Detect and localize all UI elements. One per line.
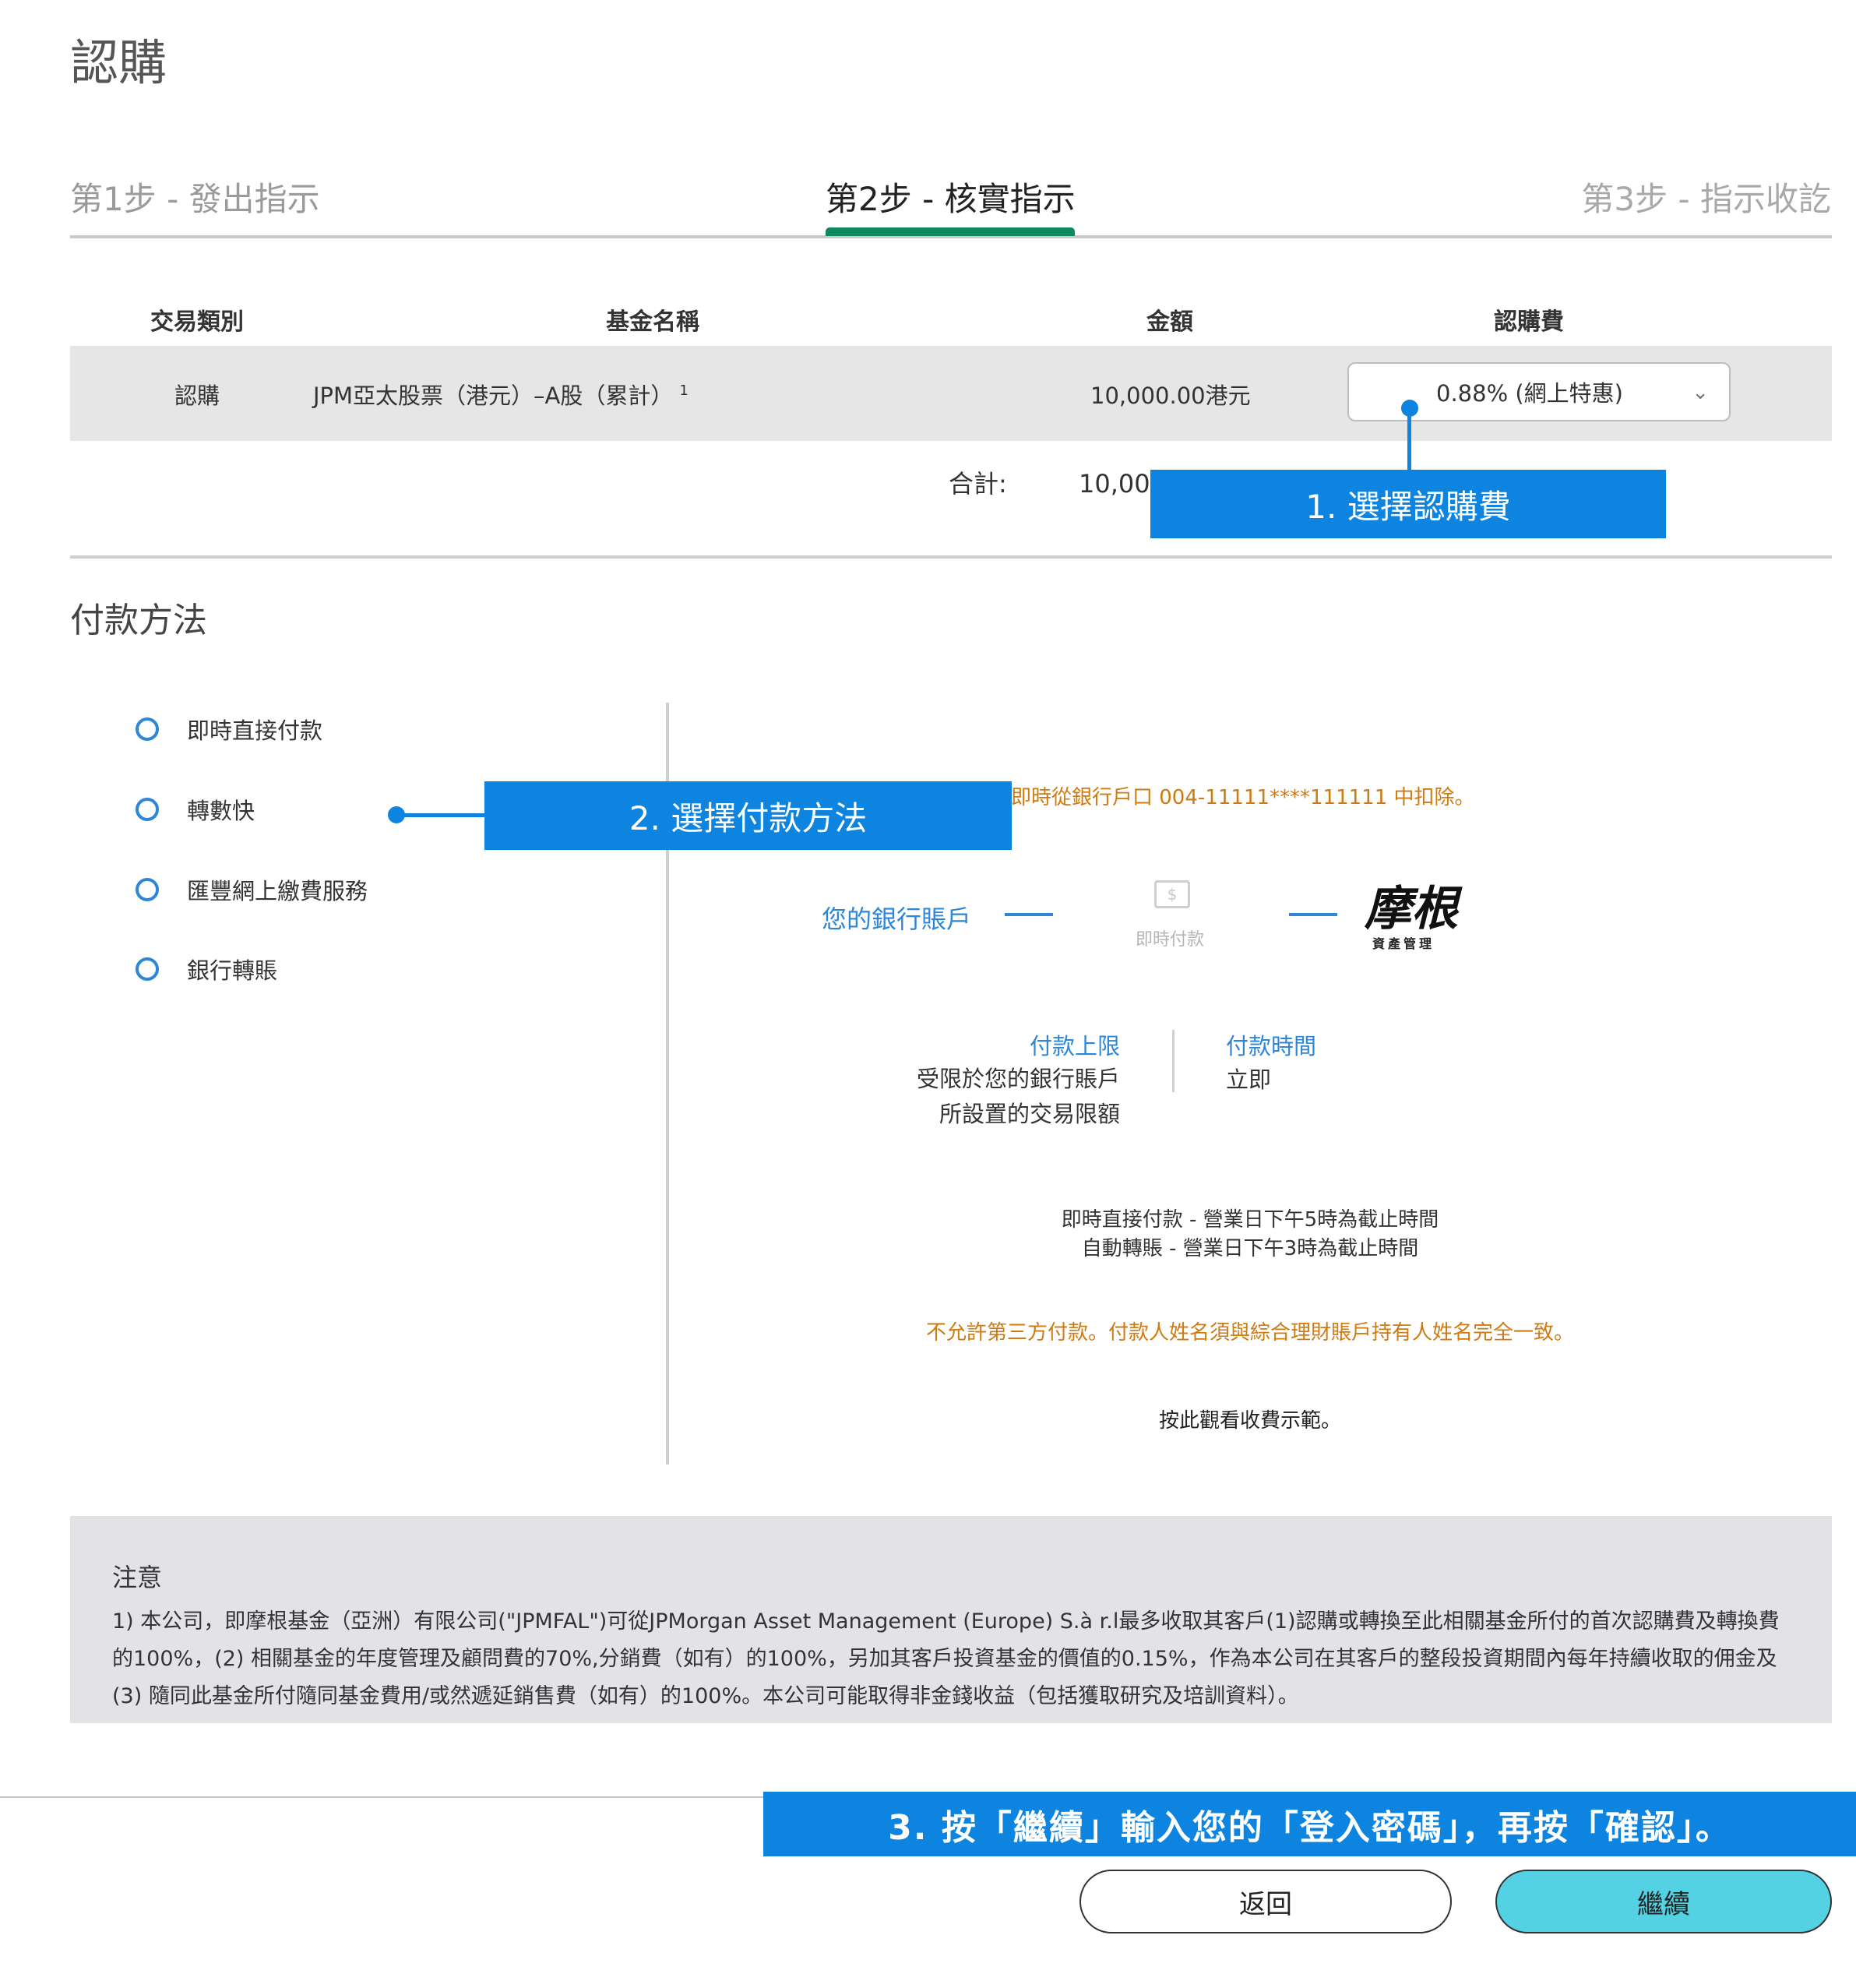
fee-demo-link[interactable]: 按此觀看收費示範。 (670, 1405, 1830, 1433)
fund-footnote-marker: 1 (679, 382, 689, 400)
callout-1-dot (1401, 400, 1418, 417)
payment-option-hsbc-bill[interactable]: 匯豐網上繳費服務 (136, 873, 368, 906)
cutoff-instant: 即時直接付款 - 營業日下午5時為截止時間 (1061, 1208, 1439, 1232)
payment-method-title: 付款方法 (70, 601, 207, 640)
payment-limit-title: 付款上限 (1029, 1033, 1120, 1059)
payment-limit-line-2: 所設置的交易限額 (939, 1101, 1120, 1127)
section-divider (70, 555, 1832, 559)
callout-select-fee: 1. 選擇認購費 (1150, 470, 1666, 538)
cell-fund-name: JPM亞太股票（港元）–A股（累計） 1 (313, 378, 689, 411)
callout-1-leader (1407, 410, 1411, 472)
footer-divider (0, 1796, 763, 1798)
step-2-label: 第2步 - 核實指示 (826, 180, 1076, 218)
fee-selected-value: 0.88% (網上特惠) (1436, 380, 1623, 407)
payment-option-bank-transfer[interactable]: 銀行轉賬 (136, 953, 277, 985)
radio-icon[interactable] (136, 717, 159, 741)
continue-button[interactable]: 繼續 (1495, 1870, 1832, 1933)
page-title: 認購 (70, 34, 167, 91)
radio-icon[interactable] (136, 878, 159, 901)
info-divider (1172, 1030, 1175, 1092)
jpm-logo: 摩根 (1365, 882, 1458, 936)
callout-2-dot (388, 806, 405, 823)
step-1-label: 第1步 - 發出指示 (70, 180, 320, 218)
callout-select-payment: 2. 選擇付款方法 (484, 781, 1012, 850)
notice-title: 注意 (112, 1563, 163, 1592)
bank-account-label: 您的銀行賬戶 (822, 904, 972, 934)
callout-2-leader (397, 813, 487, 817)
flow-connector (1005, 913, 1053, 916)
instant-payment-label: 即時付款 (1136, 930, 1205, 950)
fund-name-text: JPM亞太股票（港元）–A股（累計） (313, 382, 674, 409)
header-amount: 金額 (1146, 308, 1193, 336)
third-party-warning: 不允許第三方付款。付款人姓名須與綜合理財賬戶持有人姓名完全一致。 (925, 1321, 1574, 1345)
total-label: 合計: (949, 469, 1007, 499)
notice-text: 1) 本公司，即摩根基金（亞洲）有限公司("JPMFAL")可從JPMorgan… (112, 1609, 1780, 1708)
cell-amount: 10,000.00港元 (1090, 382, 1251, 409)
notice-box: 注意 1) 本公司，即摩根基金（亞洲）有限公司("JPMFAL")可從JPMor… (70, 1516, 1832, 1723)
cell-transaction-type: 認購 (174, 382, 220, 409)
payment-option-label: 轉數快 (187, 798, 255, 824)
payment-time-text: 立即 (1226, 1066, 1272, 1093)
payment-option-label: 即時直接付款 (187, 717, 323, 744)
back-button[interactable]: 返回 (1079, 1870, 1452, 1933)
deduction-note: 即時從銀行戶口 004-11111****111111 中扣除。 (1011, 786, 1475, 809)
step-3-label: 第3步 - 指示收訖 (1581, 180, 1831, 218)
header-transaction-type: 交易類別 (150, 308, 244, 336)
payment-option-label: 銀行轉賬 (187, 957, 278, 984)
chevron-down-icon: ⌄ (1692, 381, 1709, 404)
flow-connector (1289, 913, 1337, 916)
payment-option-instant-direct[interactable]: 即時直接付款 (136, 713, 322, 746)
cutoff-autopay: 自動轉賬 - 營業日下午3時為截止時間 (1081, 1237, 1419, 1260)
payment-icon: $ (1154, 880, 1190, 908)
radio-icon[interactable] (136, 798, 159, 821)
header-fund-name: 基金名稱 (606, 308, 699, 336)
header-subscription-fee: 認購費 (1494, 308, 1564, 336)
callout-continue-instruction: 3. 按「繼續」輸入您的「登入密碼」，再按「確認」。 (763, 1792, 1856, 1856)
payment-option-fps[interactable]: 轉數快 (136, 793, 255, 826)
active-step-indicator (826, 227, 1075, 236)
payment-limit-text: 受限於您的銀行賬戶 所設置的交易限額 (917, 1062, 1120, 1132)
payment-option-label: 匯豐網上繳費服務 (187, 878, 368, 904)
jpm-logo-subtitle: 資產管理 (1372, 936, 1435, 951)
payment-time-title: 付款時間 (1226, 1033, 1317, 1059)
payment-limit-line-1: 受限於您的銀行賬戶 (916, 1066, 1120, 1092)
radio-icon[interactable] (136, 957, 159, 981)
